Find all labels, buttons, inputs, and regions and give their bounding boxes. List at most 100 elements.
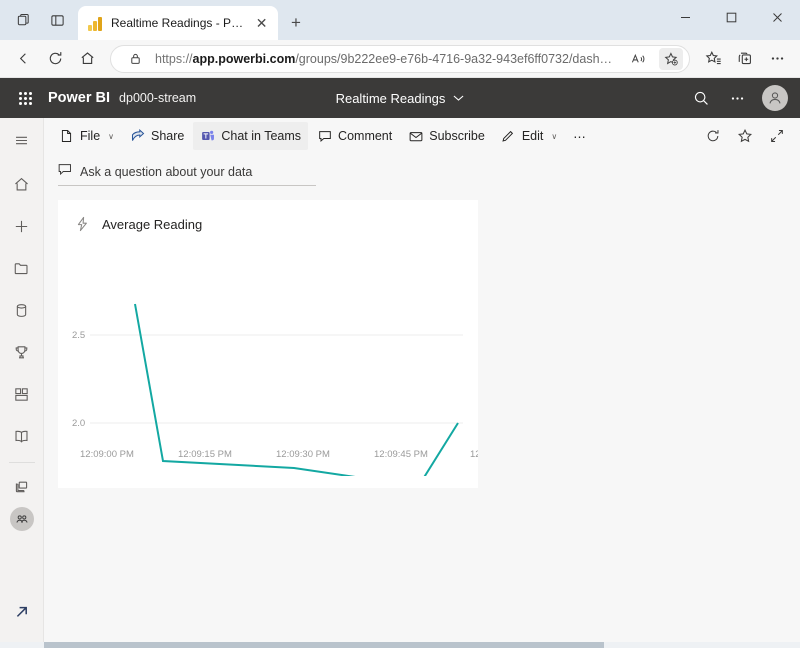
xtick-label-1: 12:09:15 PM: [178, 449, 232, 460]
file-label: File: [80, 129, 101, 143]
sidebar-item-data-hub[interactable]: [5, 294, 39, 326]
minimize-button[interactable]: [662, 0, 708, 34]
dashboard-title-button[interactable]: Realtime Readings: [336, 91, 465, 106]
xtick-label-0: 12:09:00 PM: [80, 449, 134, 460]
fullscreen-icon[interactable]: [766, 125, 788, 147]
sidebar-item-menu[interactable]: [5, 124, 39, 156]
ytick-label-1: 2.0: [72, 418, 85, 429]
new-tab-button[interactable]: +: [286, 12, 306, 32]
database-icon: [16, 303, 27, 317]
more-options-icon[interactable]: [726, 87, 748, 109]
lock-icon: [123, 48, 147, 70]
workspace-avatar-icon: [15, 515, 28, 523]
window-controls: [662, 0, 800, 34]
browser-tab-active[interactable]: Realtime Readings - Power BI ✕: [78, 6, 278, 40]
url-text: https://app.powerbi.com/groups/9b222ee9-…: [155, 52, 619, 66]
url-host: app.powerbi.com: [192, 51, 296, 66]
close-button[interactable]: [754, 0, 800, 34]
app-body: File ∨ Share Chat in Teams Comment Subsc…: [0, 118, 800, 642]
comment-label: Comment: [338, 129, 393, 143]
tile-chart[interactable]: 2.5 2.0 12:09:00 PM 12:09:15 PM 12:09:30…: [58, 232, 478, 488]
file-icon: [59, 129, 74, 144]
refresh-icon[interactable]: [702, 125, 724, 147]
browser-window: Realtime Readings - Power BI ✕ +: [0, 0, 800, 648]
comment-button[interactable]: Comment: [310, 122, 399, 150]
chat-in-teams-label: Chat in Teams: [221, 129, 302, 143]
scrollbar-thumb[interactable]: [44, 642, 604, 648]
qa-row: Ask a question about your data: [44, 154, 800, 194]
workspaces-icon: [15, 481, 28, 492]
share-button[interactable]: Share: [123, 122, 191, 150]
powerbi-favicon: [88, 15, 104, 31]
url-scheme: https://: [155, 51, 193, 66]
edit-button[interactable]: Edit ∨: [494, 122, 564, 150]
dashboard-title: Realtime Readings: [335, 90, 446, 106]
apps-grid-icon: [15, 387, 28, 401]
browser-tab-strip: Realtime Readings - Power BI ✕ +: [0, 0, 800, 40]
address-bar[interactable]: https://app.powerbi.com/groups/9b222ee9-…: [110, 44, 690, 73]
back-icon[interactable]: [8, 45, 38, 73]
powerbi-header-actions: [690, 85, 788, 111]
xtick-label-2: 12:09:30 PM: [276, 449, 330, 460]
dashboard-canvas: Average Reading 2.5 2.0 12:09:00 PM 12:0…: [44, 194, 800, 642]
chevron-down-icon: ∨: [551, 131, 558, 141]
sidebar-item-browse[interactable]: [5, 252, 39, 284]
maximize-button[interactable]: [708, 0, 754, 34]
subscribe-label: Subscribe: [429, 129, 485, 143]
ytick-label-0: 2.5: [72, 330, 85, 341]
dashboard-toolbar: File ∨ Share Chat in Teams Comment Subsc…: [44, 118, 800, 154]
add-favorite-icon[interactable]: [659, 47, 683, 70]
plus-icon: [15, 220, 28, 232]
sidebar-item-home[interactable]: [5, 168, 39, 200]
favorite-star-icon[interactable]: [734, 125, 756, 147]
sidebar-item-workspaces[interactable]: [5, 471, 39, 503]
sidebar-item-apps[interactable]: [5, 378, 39, 410]
toolbar-more-button[interactable]: ⋯: [566, 122, 593, 150]
chat-in-teams-button[interactable]: Chat in Teams: [193, 122, 309, 150]
trophy-icon: [15, 345, 28, 358]
browser-navigation-bar: https://app.powerbi.com/groups/9b222ee9-…: [0, 40, 800, 78]
sidebar-item-create[interactable]: [5, 210, 39, 242]
share-label: Share: [151, 129, 185, 143]
tile-header: Average Reading: [58, 200, 478, 232]
refresh-icon[interactable]: [40, 45, 70, 73]
file-menu-button[interactable]: File ∨: [52, 122, 121, 150]
powerbi-header: Power BI dp000-stream Realtime Readings: [0, 78, 800, 118]
account-avatar-icon[interactable]: [762, 85, 788, 111]
home-icon[interactable]: [72, 45, 102, 73]
lightning-bolt-icon: [74, 216, 90, 232]
expand-arrow-icon: [16, 606, 27, 617]
sidebar-item-expand[interactable]: [5, 596, 39, 628]
qa-search-input[interactable]: Ask a question about your data: [58, 160, 316, 186]
sidebar-item-current-workspace[interactable]: [9, 507, 34, 531]
sidebar-item-metrics[interactable]: [5, 336, 39, 368]
teams-icon: [200, 129, 215, 144]
split-screen-icon[interactable]: [40, 3, 74, 37]
comment-icon: [317, 129, 332, 144]
xtick-label-4: 12:: [470, 449, 478, 460]
tab-title: Realtime Readings - Power BI: [111, 16, 247, 30]
read-aloud-icon[interactable]: [627, 48, 651, 70]
search-icon[interactable]: [690, 87, 712, 109]
share-icon: [130, 129, 145, 144]
settings-more-icon[interactable]: [762, 45, 792, 73]
tile-title: Average Reading: [102, 216, 203, 232]
subscribe-button[interactable]: Subscribe: [401, 122, 492, 150]
book-icon: [15, 430, 28, 442]
horizontal-scrollbar[interactable]: [0, 642, 800, 648]
url-path: /groups/9b222ee9-e76b-4716-9a32-943ef6ff…: [295, 51, 613, 66]
sidebar-item-learn[interactable]: [5, 420, 39, 452]
workspace-name[interactable]: dp000-stream: [119, 91, 196, 105]
tab-close-button[interactable]: ✕: [253, 13, 270, 33]
tab-search-icon[interactable]: [6, 3, 40, 37]
powerbi-brand[interactable]: Power BI: [48, 90, 110, 106]
chevron-down-icon: ∨: [108, 131, 115, 141]
dashboard-tile-average-reading[interactable]: Average Reading 2.5 2.0 12:09:00 PM 12:0…: [58, 200, 478, 488]
folder-icon: [14, 262, 28, 274]
mail-icon: [408, 129, 423, 144]
collections-icon[interactable]: [730, 45, 760, 73]
favorites-icon[interactable]: [698, 45, 728, 73]
qa-bubble-icon: [58, 163, 72, 181]
app-launcher-icon[interactable]: [12, 91, 38, 105]
line-chart: 2.5 2.0 12:09:00 PM 12:09:15 PM 12:09:30…: [72, 303, 478, 476]
